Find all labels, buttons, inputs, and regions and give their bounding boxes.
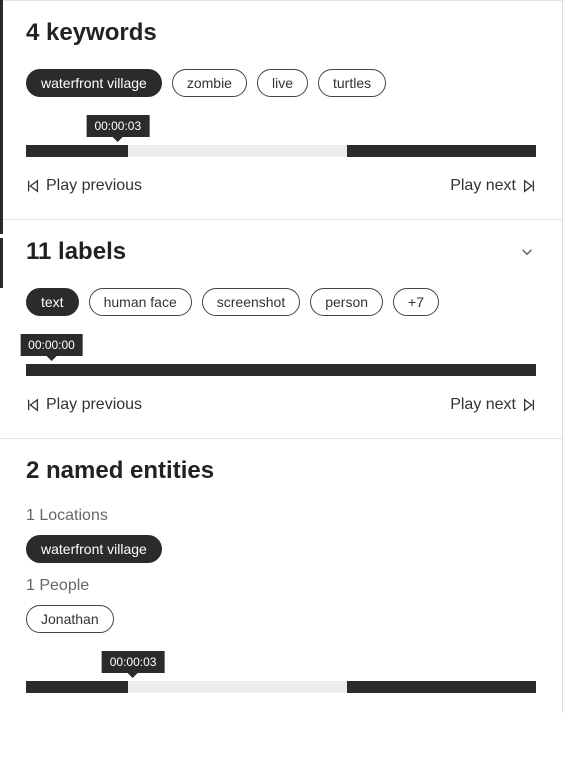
chip[interactable]: screenshot	[202, 288, 300, 316]
play-previous-button[interactable]: Play previous	[26, 173, 142, 199]
keywords-title: 4 keywords	[26, 19, 157, 47]
chip[interactable]: Jonathan	[26, 605, 114, 633]
timeline-track[interactable]	[26, 681, 536, 693]
chip[interactable]: text	[26, 288, 79, 316]
timeline-track[interactable]	[26, 364, 536, 376]
entities-timeline[interactable]: 00:00:03	[26, 651, 536, 693]
people-chips: Jonathan	[26, 605, 536, 633]
labels-chips: text human face screenshot person +7	[26, 288, 536, 316]
entities-header: 2 named entities	[26, 457, 536, 485]
chip[interactable]: zombie	[172, 69, 247, 97]
play-next-label: Play next	[450, 396, 516, 414]
timeline-segment	[26, 681, 128, 693]
locations-heading: 1 Locations	[26, 507, 536, 525]
labels-section: 11 labels text human face screenshot person…	[0, 219, 562, 438]
skip-previous-icon	[26, 398, 40, 412]
timeline-segment	[26, 145, 128, 157]
keywords-header: 4 keywords	[26, 19, 536, 47]
chip[interactable]: turtles	[318, 69, 386, 97]
play-next-button[interactable]: Play next	[450, 392, 536, 418]
locations-chips: waterfront village	[26, 535, 536, 563]
timeline-tooltip: 00:00:03	[102, 651, 165, 673]
play-previous-label: Play previous	[46, 396, 142, 414]
labels-controls: Play previous Play next	[26, 392, 536, 418]
timeline-segment	[347, 681, 536, 693]
timeline-segment	[347, 145, 536, 157]
keywords-timeline[interactable]: 00:00:03	[26, 115, 536, 157]
skip-next-icon	[522, 398, 536, 412]
chip[interactable]: person	[310, 288, 383, 316]
play-previous-label: Play previous	[46, 177, 142, 195]
timeline-tooltip: 00:00:00	[20, 334, 83, 356]
chip[interactable]: live	[257, 69, 308, 97]
skip-next-icon	[522, 179, 536, 193]
labels-timeline[interactable]: 00:00:00	[26, 334, 536, 376]
chevron-down-icon[interactable]	[518, 243, 536, 261]
play-previous-button[interactable]: Play previous	[26, 392, 142, 418]
people-heading: 1 People	[26, 577, 536, 595]
keywords-section: 4 keywords waterfront village zombie livet…	[0, 0, 562, 219]
entities-section: 2 named entities 1 Locations waterfront …	[0, 438, 562, 713]
timeline-track[interactable]	[26, 145, 536, 157]
chip[interactable]: +7	[393, 288, 439, 316]
chip[interactable]: human face	[89, 288, 192, 316]
labels-header: 11 labels	[26, 238, 536, 266]
keywords-chips: waterfront village zombie live turtles	[26, 69, 536, 97]
chip[interactable]: waterfront village	[26, 69, 162, 97]
entities-title: 2 named entities	[26, 457, 214, 485]
skip-previous-icon	[26, 179, 40, 193]
keywords-controls: Play previous Play next	[26, 173, 536, 199]
chip[interactable]: waterfront village	[26, 535, 162, 563]
play-next-button[interactable]: Play next	[450, 173, 536, 199]
play-next-label: Play next	[450, 177, 516, 195]
labels-title: 11 labels	[26, 238, 126, 266]
timeline-tooltip: 00:00:03	[86, 115, 149, 137]
timeline-segment	[26, 364, 536, 376]
